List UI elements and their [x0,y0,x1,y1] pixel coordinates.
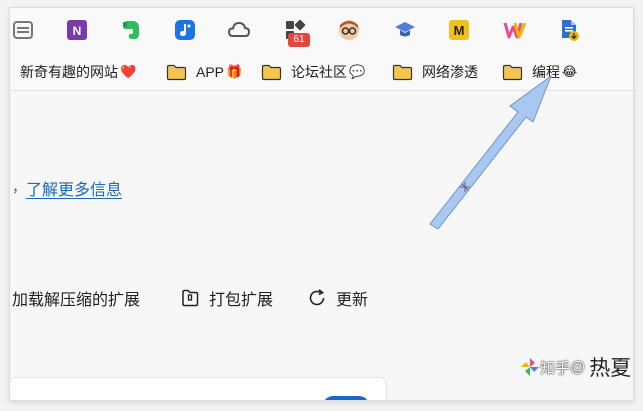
watermark-site: 知乎 [540,359,571,377]
cursor-icon [460,182,470,192]
watermark-separator: @ [570,358,586,376]
watermark: 知乎 @ 热夏 [520,352,631,382]
watermark-author: 热夏 [589,356,632,380]
pinwheel-logo-icon [521,358,539,376]
annotation-arrow [429,74,553,230]
